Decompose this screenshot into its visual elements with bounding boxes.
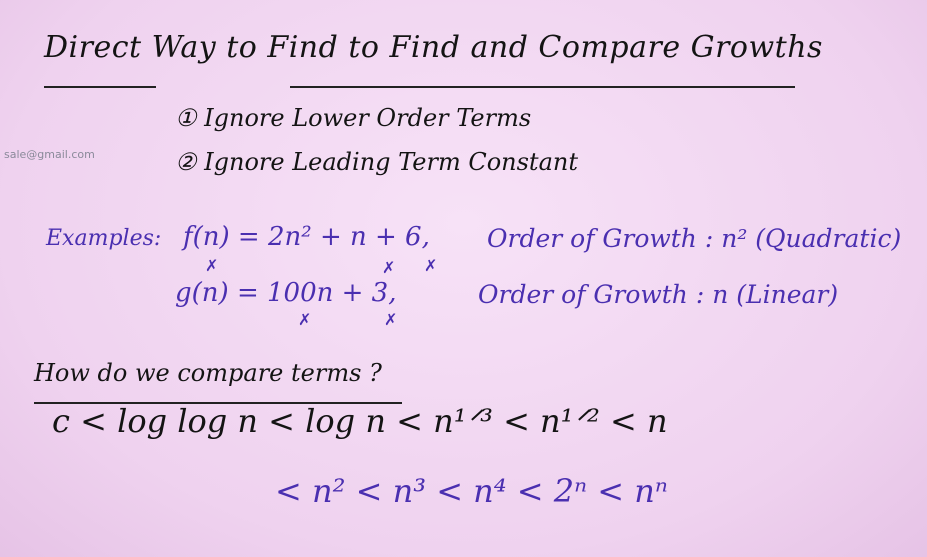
example-2-expression: g(n) = 100n + 3, [175,278,397,308]
example-1-growth: Order of Growth : n² (Quadratic) [487,224,902,253]
cross-mark-2: ✗ [205,256,219,275]
rule-item-2: ② Ignore Leading Term Constant [175,148,578,176]
cross-mark-3: ✗ [384,310,398,329]
examples-label: Examples: [46,226,162,251]
title-underline-right [290,86,795,88]
cross-mark-100: ✗ [298,310,312,329]
example-1-expression: f(n) = 2n² + n + 6, [183,222,430,252]
cross-mark-6: ✗ [424,256,438,275]
title-underline-left [44,86,156,88]
example-2-growth: Order of Growth : n (Linear) [478,280,839,309]
growth-chain-line-2: < n² < n³ < n⁴ < 2ⁿ < nⁿ [275,472,668,510]
growth-chain-line-1: c < log log n < log n < n¹ᐟ³ < n¹ᐟ² < n [52,402,668,440]
cross-mark-n: ✗ [382,258,396,277]
rule-item-1: ① Ignore Lower Order Terms [175,104,532,132]
watermark-email: sale@gmail.com [4,148,95,161]
page-title: Direct Way to Find to Find and Compare G… [44,30,823,65]
compare-question: How do we compare terms ? [34,359,382,387]
